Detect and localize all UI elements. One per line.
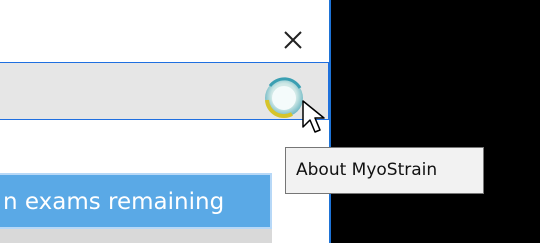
tooltip-text: About MyoStrain bbox=[296, 160, 438, 180]
list-row-divider bbox=[0, 229, 272, 243]
mouse-pointer-icon bbox=[302, 100, 325, 133]
app-window: n exams remaining bbox=[0, 0, 331, 243]
exams-remaining-banner: n exams remaining bbox=[0, 173, 272, 229]
about-tooltip: About MyoStrain bbox=[285, 147, 484, 194]
myostrain-logo-icon[interactable] bbox=[262, 76, 306, 120]
exams-remaining-label: n exams remaining bbox=[3, 189, 225, 215]
close-icon[interactable] bbox=[279, 26, 307, 54]
